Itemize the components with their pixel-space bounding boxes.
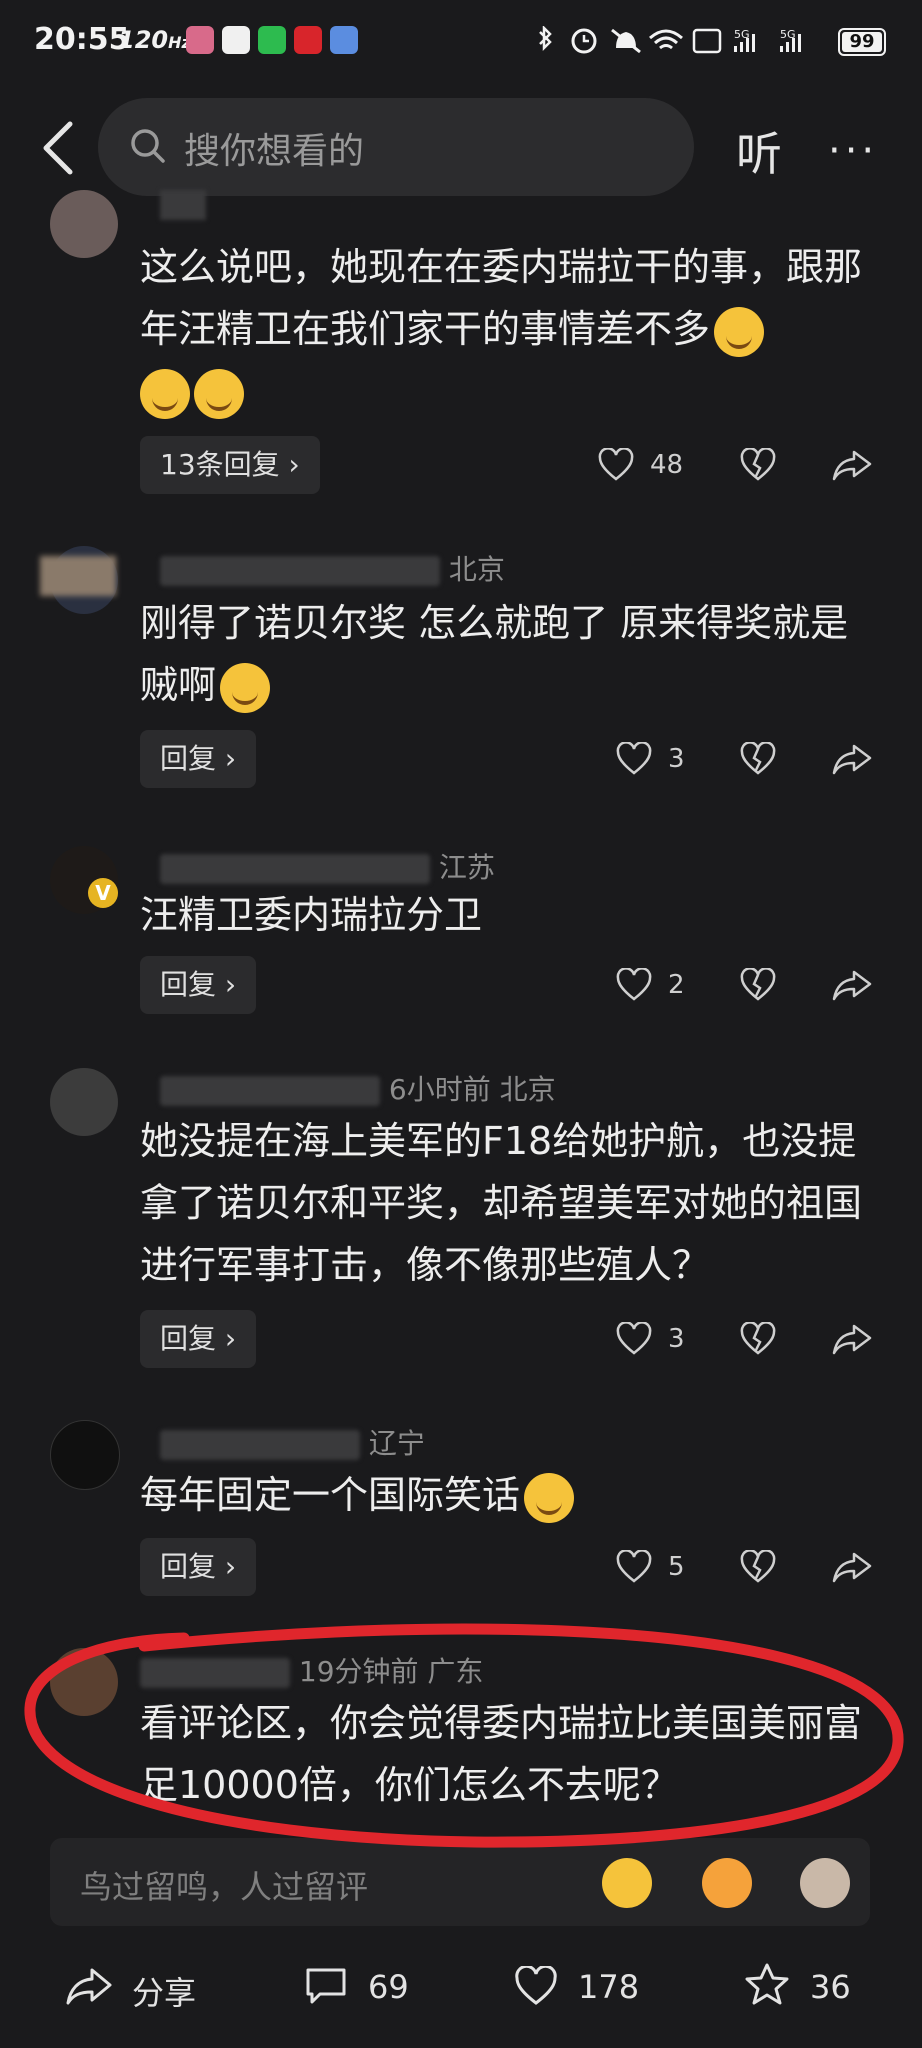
cloud-app-icon bbox=[330, 26, 358, 54]
toutiao-icon bbox=[294, 26, 322, 54]
highlight-annotation bbox=[24, 1623, 904, 1848]
dislike-icon[interactable] bbox=[740, 1550, 776, 1584]
reply-button[interactable]: 回复 › bbox=[140, 956, 257, 1014]
search-placeholder: 搜你想看的 bbox=[184, 131, 365, 172]
listen-button[interactable]: 听 bbox=[736, 118, 782, 184]
tears-of-joy-emoji-button[interactable] bbox=[602, 1858, 652, 1908]
likes-count[interactable]: 178 bbox=[578, 1968, 639, 2006]
like-icon[interactable] bbox=[616, 742, 652, 776]
smirk-emoji bbox=[194, 368, 244, 419]
status-bar: 20:55 120Hz 5G 5G 99 bbox=[0, 0, 922, 86]
clock: 20:55 bbox=[34, 22, 130, 57]
qq-icon bbox=[222, 26, 250, 54]
share-icon[interactable] bbox=[832, 968, 872, 1002]
like-icon[interactable] bbox=[598, 448, 634, 482]
dislike-icon[interactable] bbox=[740, 1322, 776, 1356]
reply-button[interactable]: 回复 › bbox=[140, 730, 257, 788]
tears-of-joy-emoji bbox=[524, 1472, 575, 1523]
comment-meta: 北京 bbox=[160, 548, 505, 588]
search-icon bbox=[131, 129, 165, 163]
like-count: 2 bbox=[668, 970, 685, 1000]
like-count: 3 bbox=[668, 1324, 685, 1354]
comment-text: 汪精卫委内瑞拉分卫 bbox=[140, 893, 483, 937]
like-icon[interactable] bbox=[616, 968, 652, 1002]
cat-emoji-button[interactable] bbox=[800, 1858, 850, 1908]
comment-text: 每年固定一个国际笑话 bbox=[140, 1464, 880, 1526]
comment-icon[interactable] bbox=[304, 1966, 348, 2006]
avatar[interactable] bbox=[50, 1068, 118, 1136]
dislike-icon[interactable] bbox=[740, 448, 776, 482]
star-icon[interactable] bbox=[744, 1962, 790, 2006]
share-icon[interactable] bbox=[832, 1322, 872, 1356]
app-notification-icon bbox=[186, 26, 214, 54]
status-icons: 5G 5G bbox=[539, 26, 801, 54]
avatar[interactable] bbox=[50, 1420, 120, 1490]
share-icon[interactable] bbox=[832, 1550, 872, 1584]
wechat-icon bbox=[258, 26, 286, 54]
verified-badge: V bbox=[88, 878, 118, 908]
share-icon[interactable] bbox=[832, 742, 872, 776]
avatar-blur bbox=[40, 556, 116, 596]
comments-count[interactable]: 69 bbox=[368, 1968, 409, 2006]
share-icon[interactable] bbox=[66, 1966, 112, 2006]
like-icon[interactable] bbox=[514, 1966, 558, 2006]
smirk-emoji bbox=[140, 368, 190, 419]
comment-text: 刚得了诺贝尔奖 怎么就跑了 原来得奖就是贼啊 bbox=[140, 592, 880, 716]
share-button[interactable]: 分享 bbox=[132, 1968, 196, 2014]
comment-text: 这么说吧，她现在在委内瑞拉干的事，跟那年汪精卫在我们家干的事情差不多 bbox=[140, 236, 880, 422]
laughing-emoji bbox=[220, 662, 271, 713]
favorites-count[interactable]: 36 bbox=[810, 1968, 851, 2006]
more-options-button[interactable]: ··· bbox=[828, 128, 878, 174]
smirk-emoji bbox=[714, 306, 765, 357]
like-count: 3 bbox=[668, 744, 685, 774]
reply-button[interactable]: 回复 › bbox=[140, 1538, 257, 1596]
like-icon[interactable] bbox=[616, 1322, 652, 1356]
comment-text: 她没提在海上美军的F18给她护航，也没提拿了诺贝尔和平奖，却希望美军对她的祖国进… bbox=[140, 1119, 863, 1287]
avatar[interactable] bbox=[50, 190, 118, 258]
refresh-rate: 120Hz bbox=[118, 26, 191, 54]
like-count: 48 bbox=[650, 450, 684, 480]
like-icon[interactable] bbox=[616, 1550, 652, 1584]
battery-indicator: 99 bbox=[838, 28, 886, 56]
comment-input-placeholder: 鸟过留鸣，人过留评 bbox=[80, 1868, 369, 1906]
reply-button[interactable]: 回复 › bbox=[140, 1310, 257, 1368]
comment-meta: 6小时前 北京 bbox=[160, 1068, 556, 1108]
comment-meta: 江苏 bbox=[160, 846, 495, 886]
share-icon[interactable] bbox=[832, 448, 872, 482]
reply-button[interactable]: 13条回复 › bbox=[140, 436, 320, 494]
dislike-icon[interactable] bbox=[740, 968, 776, 1002]
back-arrow-icon[interactable] bbox=[36, 118, 82, 178]
dislike-icon[interactable] bbox=[740, 742, 776, 776]
comment-meta: 辽宁 bbox=[160, 1422, 425, 1462]
like-count: 5 bbox=[668, 1552, 685, 1582]
username-blurred bbox=[160, 190, 206, 220]
birthday-emoji-button[interactable] bbox=[702, 1858, 752, 1908]
